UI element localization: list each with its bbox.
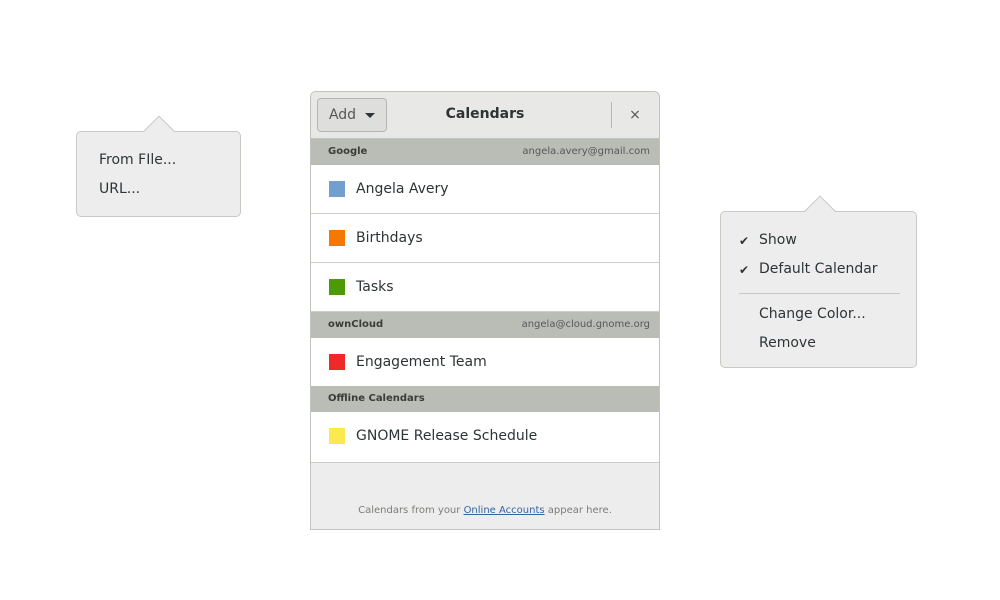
online-accounts-link[interactable]: Online Accounts (464, 505, 545, 516)
url-menu-item[interactable]: URL... (99, 181, 140, 197)
calendar-color-swatch (329, 279, 345, 295)
change-color-menu-item[interactable]: Change Color... (759, 306, 866, 322)
calendar-name: Tasks (356, 279, 394, 295)
from-file-menu-item[interactable]: From FIle... (99, 152, 176, 168)
close-icon[interactable]: × (624, 104, 646, 126)
default-calendar-menu-item[interactable]: Default Calendar (759, 261, 878, 277)
section-account: angela@cloud.gnome.org (521, 319, 650, 330)
calendar-options-popover: ✔ Show ✔ Default Calendar Change Color..… (720, 195, 917, 368)
section-header-owncloud: ownCloud angela@cloud.gnome.org (311, 312, 659, 338)
calendar-color-swatch (329, 428, 345, 444)
menu-separator (739, 293, 900, 294)
calendar-row-birthdays[interactable]: Birthdays (311, 214, 659, 263)
calendar-row-tasks[interactable]: Tasks (311, 263, 659, 312)
header-separator (611, 102, 612, 128)
section-name: ownCloud (328, 319, 384, 330)
popover-arrow (143, 115, 175, 147)
calendar-color-swatch (329, 230, 345, 246)
section-header-offline: Offline Calendars (311, 386, 659, 412)
section-header-google: Google angela.avery@gmail.com (311, 139, 659, 165)
footer-note-text: Calendars from your (358, 505, 464, 516)
remove-menu-item[interactable]: Remove (759, 335, 816, 351)
section-name: Offline Calendars (328, 393, 425, 404)
calendar-name: GNOME Release Schedule (356, 428, 538, 444)
footer-note: Calendars from your Online Accounts appe… (311, 505, 659, 516)
add-calendar-popover: From FIle... URL... (76, 115, 241, 217)
dialog-title: Calendars (445, 106, 525, 122)
show-menu-item[interactable]: Show (759, 232, 797, 248)
calendar-color-swatch (329, 181, 345, 197)
calendar-row-angela-avery[interactable]: Angela Avery (311, 165, 659, 214)
check-icon: ✔ (739, 263, 750, 277)
header-bar: Add Calendars × (311, 92, 659, 139)
calendar-color-swatch (329, 354, 345, 370)
footer-note-text-end: appear here. (544, 505, 612, 516)
check-icon: ✔ (739, 234, 750, 248)
calendars-dialog: Add Calendars × Google angela.avery@gmai… (310, 91, 660, 530)
calendar-name: Angela Avery (356, 181, 449, 197)
popover-arrow (804, 195, 836, 227)
section-name: Google (328, 146, 368, 157)
section-account: angela.avery@gmail.com (522, 146, 650, 157)
calendar-row-gnome-release-schedule[interactable]: GNOME Release Schedule (311, 412, 659, 463)
calendar-row-engagement-team[interactable]: Engagement Team (311, 338, 659, 387)
calendar-name: Birthdays (356, 230, 423, 246)
calendar-name: Engagement Team (356, 354, 487, 370)
